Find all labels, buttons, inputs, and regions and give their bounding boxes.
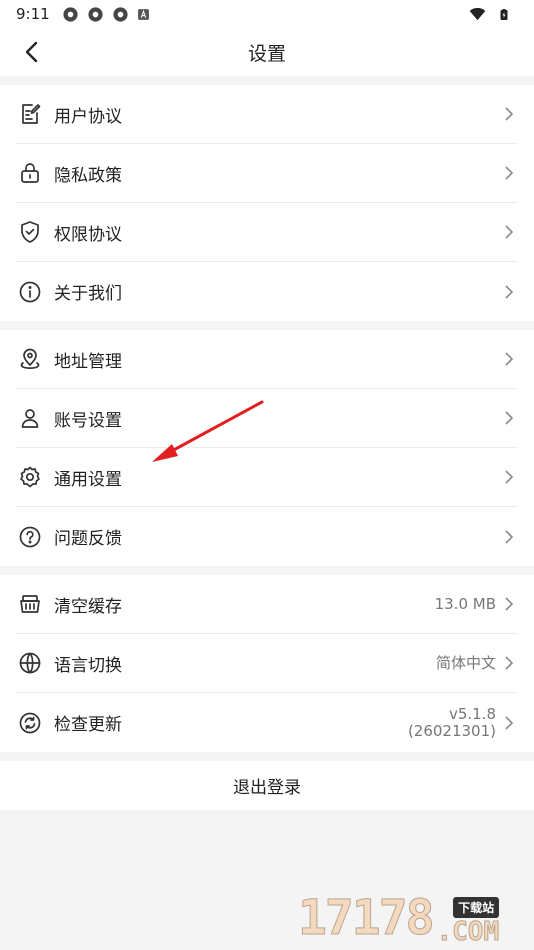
status-time: 9:11 [16,5,50,23]
lock-icon [21,163,39,183]
refresh-icon [19,712,41,733]
chevron-right-icon [505,597,514,611]
wifi-icon [469,7,486,20]
menu-item-feedback[interactable]: 问题反馈 [16,507,518,566]
a-icon [137,8,149,20]
version-value: v5.1.8 (26021301) [407,704,496,740]
gear-icon [20,466,40,488]
menu-item-account-settings[interactable]: 账号设置 [16,389,518,448]
settings-group-2: 地址管理 账号设置 通用设置 问题反馈 [0,330,534,566]
app-icon [63,6,78,22]
menu-item-label: 用户协议 [54,106,122,127]
menu-item-address-management[interactable]: 地址管理 [16,330,518,389]
menu-item-user-agreement[interactable]: 用户协议 [16,85,518,144]
menu-item-general-settings[interactable]: 通用设置 [16,448,518,507]
header: 设置 [0,28,534,76]
battery-icon [500,8,508,20]
chevron-right-icon [505,470,514,484]
shield-check-icon [21,221,39,243]
user-icon [21,409,39,428]
menu-item-check-update[interactable]: 检查更新 v5.1.8 (26021301) [16,693,518,752]
chevron-right-icon [505,656,514,670]
basket-icon [20,595,40,613]
version-build: (26021301) [407,721,496,740]
menu-item-about-us[interactable]: 关于我们 [16,262,518,321]
menu-item-label: 清空缓存 [54,596,122,617]
language-value: 简体中文 [435,653,496,672]
menu-item-label: 地址管理 [54,351,122,372]
back-arrow-icon[interactable] [18,38,46,66]
menu-item-label: 隐私政策 [54,165,122,186]
globe-icon [19,652,41,674]
menu-item-label: 权限协议 [54,224,122,245]
chevron-right-icon [505,225,514,239]
watermark-number: 17178 [298,890,435,947]
menu-item-clear-cache[interactable]: 清空缓存 13.0 MB [16,575,518,634]
version-number: v5.1.8 [448,704,496,723]
app-icon [113,6,128,22]
menu-item-label: 语言切换 [54,655,122,676]
chevron-right-icon [505,284,514,299]
chevron-right-icon [505,529,514,544]
watermark-suffix: .COM [436,917,500,947]
divider [0,76,534,85]
info-icon [19,281,41,302]
settings-group-3: 清空缓存 13.0 MB 语言切换 简体中文 检查更新 v5.1.8 (2602… [0,575,534,752]
status-bar: 9:11 [0,0,534,28]
menu-item-label: 账号设置 [54,410,122,431]
chevron-right-icon [505,166,514,180]
menu-item-label: 问题反馈 [54,529,122,549]
chevron-right-icon [505,352,514,366]
watermark-logo: 17178 下载站 .COM [298,884,528,947]
menu-item-label: 检查更新 [54,715,122,735]
menu-item-permission-agreement[interactable]: 权限协议 [16,203,518,262]
chevron-right-icon [505,411,514,425]
menu-item-label: 通用设置 [54,469,122,490]
menu-item-language[interactable]: 语言切换 简体中文 [16,634,518,693]
cache-size-value: 13.0 MB [434,594,496,613]
menu-item-privacy-policy[interactable]: 隐私政策 [16,144,518,203]
settings-group-1: 用户协议 隐私政策 权限协议 关于我们 [0,85,534,321]
chevron-right-icon [505,107,514,121]
divider [0,566,534,575]
app-icon [88,6,103,22]
watermark-tag: 下载站 [453,897,500,918]
divider [0,321,534,330]
document-edit-icon [22,104,41,124]
page-title: 设置 [247,42,286,65]
question-icon [19,526,41,547]
logout-button[interactable]: 退出登录 [0,761,534,810]
chevron-right-icon [505,715,514,730]
location-pin-icon [20,348,40,369]
menu-item-label: 关于我们 [54,284,122,304]
